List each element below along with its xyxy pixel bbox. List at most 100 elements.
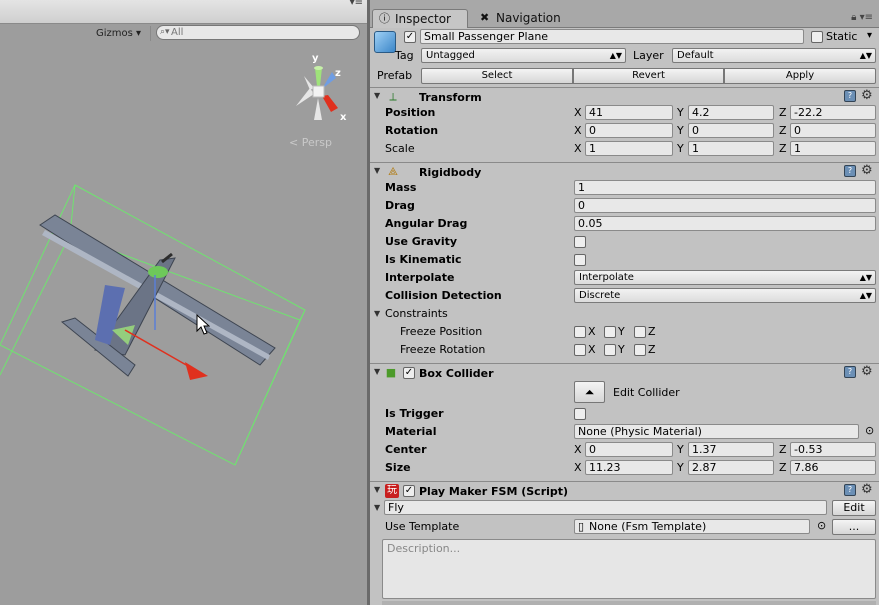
use-template-row: Use Template ▯ None (Fsm Template) ⊙ ...	[370, 518, 879, 536]
template-browse-button[interactable]: ...	[832, 519, 876, 535]
playmaker-enabled-checkbox[interactable]: ✓	[403, 485, 415, 497]
mass-field[interactable]: 1	[574, 180, 876, 195]
object-name-field[interactable]: Small Passenger Plane	[420, 29, 804, 44]
static-dropdown-icon[interactable]: ▾	[867, 30, 872, 41]
object-picker-icon[interactable]: ⊙	[817, 519, 826, 532]
scale-z-field[interactable]: 1	[790, 141, 876, 156]
gear-icon[interactable]: ⚙	[861, 364, 873, 379]
foldout-arrow-icon[interactable]: ▼	[374, 166, 380, 175]
angular-drag-field[interactable]: 0.05	[574, 216, 876, 231]
persp-arrow-icon: <	[289, 136, 299, 149]
foldout-arrow-icon[interactable]: ▼	[374, 503, 380, 512]
active-checkbox[interactable]: ✓	[404, 31, 416, 43]
static-checkbox[interactable]	[811, 31, 823, 43]
constraints-row[interactable]: ▼ Constraints	[370, 305, 879, 323]
fsm-name-field[interactable]: Fly	[384, 500, 827, 515]
box-collider-title: Box Collider	[419, 367, 494, 380]
transform-icon: ⟂	[389, 90, 397, 103]
scale-row: Scale X 1 Y 1 Z 1	[370, 140, 879, 158]
material-field[interactable]: None (Physic Material)	[574, 424, 859, 439]
object-picker-icon[interactable]: ⊙	[865, 424, 874, 437]
scene-search-input[interactable]: ⌕▾ All	[156, 25, 360, 40]
prefab-apply-button[interactable]: Apply	[724, 68, 876, 84]
gear-icon[interactable]: ⚙	[861, 482, 873, 497]
foldout-arrow-icon[interactable]: ▼	[374, 91, 380, 100]
foldout-arrow-icon[interactable]: ▼	[374, 367, 380, 376]
position-x-field[interactable]: 41	[585, 105, 673, 120]
gizmos-dropdown[interactable]: Gizmos ▾	[96, 26, 141, 41]
edit-collider-button[interactable]: ⏶	[574, 381, 605, 403]
edit-collider-icon: ⏶	[584, 385, 595, 399]
move-handle-x[interactable]	[124, 329, 208, 380]
collision-detection-dropdown[interactable]: Discrete ▲▼	[574, 288, 876, 303]
is-kinematic-checkbox[interactable]	[574, 254, 586, 266]
center-z-field[interactable]: -0.53	[790, 442, 876, 457]
tab-navigation[interactable]: ✖ Navigation	[474, 9, 584, 28]
collision-detection-row: Collision Detection Discrete ▲▼	[370, 287, 879, 305]
use-gravity-checkbox[interactable]	[574, 236, 586, 248]
template-field[interactable]: ▯ None (Fsm Template)	[574, 519, 810, 534]
tag-value: Untagged	[426, 50, 475, 61]
playmaker-header[interactable]: ▼ 玩 ✓ Play Maker FSM (Script) ? ⚙	[370, 481, 879, 500]
size-y-field[interactable]: 2.87	[688, 460, 774, 475]
layer-label: Layer	[633, 49, 664, 62]
help-icon[interactable]: ?	[844, 484, 856, 496]
interpolate-dropdown[interactable]: Interpolate ▲▼	[574, 270, 876, 285]
is-trigger-checkbox[interactable]	[574, 408, 586, 420]
projection-toggle[interactable]: < Persp	[289, 136, 332, 149]
prefab-select-button[interactable]: Select	[421, 68, 573, 84]
gear-icon[interactable]: ⚙	[861, 88, 873, 103]
axis-z-label: Z	[779, 106, 787, 119]
axis-z-label: Z	[779, 142, 787, 155]
axis-x-label: X	[574, 106, 582, 119]
freeze-position-x-checkbox[interactable]	[574, 326, 586, 338]
prefab-revert-button[interactable]: Revert	[573, 68, 724, 84]
center-x-field[interactable]: 0	[585, 442, 673, 457]
help-icon[interactable]: ?	[844, 90, 856, 102]
gizmo-y-axis[interactable]	[315, 68, 322, 86]
orientation-gizmo[interactable]: y z x	[284, 50, 354, 130]
box-collider-enabled-checkbox[interactable]: ✓	[403, 367, 415, 379]
dropdown-arrow-icon: ▲▼	[609, 51, 622, 60]
freeze-rotation-z-checkbox[interactable]	[634, 344, 646, 356]
position-z-field[interactable]: -22.2	[790, 105, 876, 120]
description-placeholder: Description...	[387, 542, 461, 555]
lock-icon[interactable]: 🔒︎ ▾≡	[851, 12, 873, 23]
freeze-position-y-checkbox[interactable]	[604, 326, 616, 338]
rotation-x-field[interactable]: 0	[585, 123, 673, 138]
help-icon[interactable]: ?	[844, 165, 856, 177]
help-icon[interactable]: ?	[844, 366, 856, 378]
box-collider-header[interactable]: ▼ ■ ✓ Box Collider ? ⚙	[370, 363, 879, 382]
center-y-field[interactable]: 1.37	[688, 442, 774, 457]
size-x-field[interactable]: 11.23	[585, 460, 673, 475]
freeze-position-z-checkbox[interactable]	[634, 326, 646, 338]
tab-navigation-label: Navigation	[496, 11, 561, 25]
freeze-rotation-y-checkbox[interactable]	[604, 344, 616, 356]
drag-field[interactable]: 0	[574, 198, 876, 213]
foldout-arrow-icon[interactable]: ▼	[374, 485, 380, 494]
fsm-edit-button[interactable]: Edit	[832, 500, 876, 516]
tag-dropdown[interactable]: Untagged ▲▼	[421, 48, 626, 63]
gizmo-x-axis[interactable]	[322, 95, 338, 112]
rotation-y-field[interactable]: 0	[688, 123, 774, 138]
size-z-field[interactable]: 7.86	[790, 460, 876, 475]
airplane-model[interactable]	[0, 180, 367, 480]
scale-x-field[interactable]: 1	[585, 141, 673, 156]
axis-z-label: Z	[648, 343, 656, 356]
layer-dropdown[interactable]: Default ▲▼	[672, 48, 876, 63]
is-kinematic-label: Is Kinematic	[385, 253, 462, 266]
scale-y-field[interactable]: 1	[688, 141, 774, 156]
size-row: Size X 11.23 Y 2.87 Z 7.86	[370, 459, 879, 477]
edit-collider-label: Edit Collider	[613, 386, 680, 399]
angular-drag-label: Angular Drag	[385, 217, 468, 230]
freeze-rotation-x-checkbox[interactable]	[574, 344, 586, 356]
gear-icon[interactable]: ⚙	[861, 163, 873, 178]
scene-tab-menu-icon[interactable]: ▾≡	[350, 0, 363, 8]
tab-inspector[interactable]: ⓘ Inspector	[372, 9, 468, 28]
rotation-z-field[interactable]: 0	[790, 123, 876, 138]
description-textarea[interactable]: Description...	[382, 539, 876, 599]
foldout-arrow-icon[interactable]: ▼	[374, 309, 380, 318]
scene-view[interactable]: ▾≡ Gizmos ▾ ⌕▾ All y z x < Persp	[0, 0, 367, 605]
constraints-label: Constraints	[385, 307, 448, 320]
position-y-field[interactable]: 4.2	[688, 105, 774, 120]
